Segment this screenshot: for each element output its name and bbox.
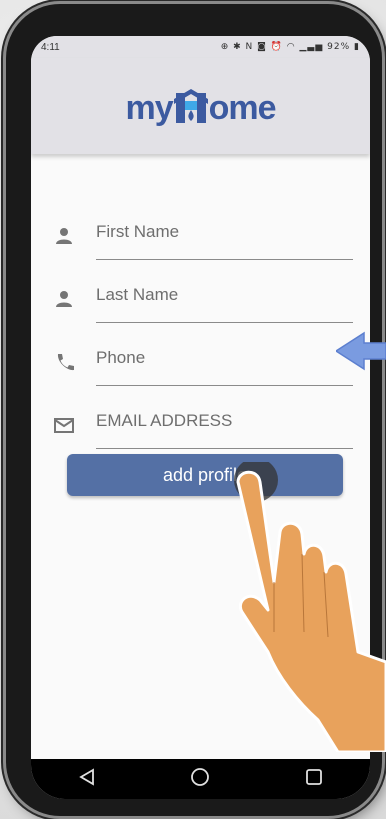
tapping-hand-icon [208, 458, 386, 754]
phone-field[interactable]: Phone [31, 335, 370, 391]
first-name-field[interactable]: First Name [31, 209, 370, 265]
battery-percent: 92% [327, 42, 351, 52]
email-field[interactable]: EMAIL ADDRESS [31, 398, 370, 454]
logo-text-ome: ome [208, 88, 277, 127]
recents-square-icon[interactable] [304, 767, 324, 792]
back-triangle-icon[interactable] [77, 767, 97, 792]
app-header: my ome [31, 58, 370, 154]
person-icon [53, 225, 75, 247]
home-circle-icon[interactable] [189, 766, 211, 793]
status-time: 4:11 [41, 41, 60, 53]
phone-icon [53, 351, 75, 373]
signal-icon: ▁▃▅ [299, 42, 324, 52]
battery-icon: ▮ [354, 42, 360, 52]
field-underline [96, 385, 353, 386]
status-icons: ⊕ ✱ N ◙ ⏰ ◠ ▁▃▅ 92% ▮ [221, 42, 360, 52]
last-name-field[interactable]: Last Name [31, 272, 370, 328]
logo-house-h-icon [173, 88, 208, 123]
mail-icon [53, 414, 75, 436]
last-name-placeholder: Last Name [96, 285, 179, 304]
pointer-arrow-icon [334, 331, 386, 371]
field-underline [96, 448, 353, 449]
status-bar: 4:11 ⊕ ✱ N ◙ ⏰ ◠ ▁▃▅ 92% ▮ [31, 36, 370, 58]
logo-text-my: my [125, 88, 173, 127]
app-logo: my ome [125, 85, 277, 128]
first-name-placeholder: First Name [96, 222, 180, 241]
phone-placeholder: Phone [96, 348, 146, 367]
wifi-icon: ◠ [286, 42, 296, 52]
email-placeholder: EMAIL ADDRESS [96, 411, 233, 430]
status-indicators: ⊕ ✱ N ◙ ⏰ [220, 42, 283, 52]
field-underline [96, 322, 353, 323]
person-icon [53, 288, 75, 310]
field-underline [96, 259, 353, 260]
navigation-bar [31, 759, 370, 799]
